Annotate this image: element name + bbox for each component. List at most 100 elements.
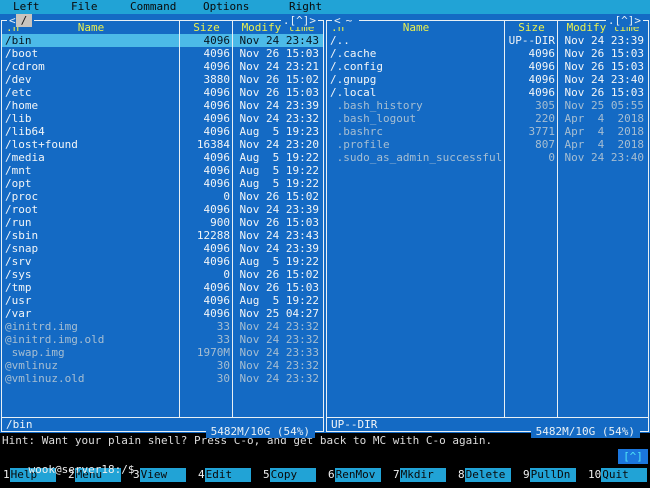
current-path[interactable]: /	[16, 14, 33, 27]
file-row[interactable]: /cdrom4096Nov 24 23:21	[2, 60, 323, 73]
fkey-label[interactable]: Copy	[270, 468, 316, 482]
fkey-label[interactable]: Quit	[601, 468, 647, 482]
file-name[interactable]: @initrd.img	[2, 320, 180, 333]
file-row[interactable]: /.config4096Nov 26 15:03	[327, 60, 648, 73]
file-row[interactable]: /boot4096Nov 26 15:03	[2, 47, 323, 60]
file-row[interactable]: /proc0Nov 26 15:02	[2, 190, 323, 203]
file-name[interactable]: swap.img	[2, 346, 180, 359]
fkey-copy-button[interactable]: 5Copy	[260, 468, 325, 488]
file-row[interactable]: /home4096Nov 24 23:39	[2, 99, 323, 112]
file-name[interactable]: /root	[2, 203, 180, 216]
fkey-label[interactable]: Delete	[465, 468, 511, 482]
file-name[interactable]: /etc	[2, 86, 180, 99]
file-row[interactable]: /lib644096Aug 5 19:23	[2, 125, 323, 138]
file-name[interactable]: .bash_logout	[327, 112, 505, 125]
file-name[interactable]: /..	[327, 34, 505, 47]
file-row[interactable]: /.gnupg4096Nov 24 23:40	[327, 73, 648, 86]
file-row[interactable]: /lib4096Nov 24 23:32	[2, 112, 323, 125]
file-row[interactable]: .profile807Apr 4 2018	[327, 138, 648, 151]
file-row[interactable]: /tmp4096Nov 26 15:03	[2, 281, 323, 294]
history-back-icon[interactable]: <	[334, 14, 341, 27]
file-name[interactable]: /mnt	[2, 164, 180, 177]
file-row[interactable]: swap.img1970MNov 24 23:33	[2, 346, 323, 359]
column-header-size[interactable]: Size	[180, 21, 233, 34]
fkey-label[interactable]: View	[140, 468, 186, 482]
file-name[interactable]: /.config	[327, 60, 505, 73]
file-name[interactable]: /usr	[2, 294, 180, 307]
file-name[interactable]: /bin	[2, 34, 180, 47]
file-name[interactable]: /tmp	[2, 281, 180, 294]
file-row[interactable]: /var4096Nov 25 04:27	[2, 307, 323, 320]
file-name[interactable]: /dev	[2, 73, 180, 86]
file-name[interactable]: @vmlinuz.old	[2, 372, 180, 385]
file-name[interactable]: /lost+found	[2, 138, 180, 151]
file-row[interactable]: /opt4096Aug 5 19:22	[2, 177, 323, 190]
shell-prompt[interactable]: wook@server18:/$	[29, 463, 135, 476]
panel-header-controls[interactable]: .[^]>	[281, 14, 318, 27]
file-name[interactable]: /sys	[2, 268, 180, 281]
file-name[interactable]: .bash_history	[327, 99, 505, 112]
file-row[interactable]: /etc4096Nov 26 15:03	[2, 86, 323, 99]
fkey-mkdir-button[interactable]: 7Mkdir	[390, 468, 455, 488]
file-row[interactable]: /mnt4096Aug 5 19:22	[2, 164, 323, 177]
file-row[interactable]: /sys0Nov 26 15:02	[2, 268, 323, 281]
file-row[interactable]: /dev3880Nov 26 15:02	[2, 73, 323, 86]
file-name[interactable]: /.gnupg	[327, 73, 505, 86]
file-name[interactable]: /proc	[2, 190, 180, 203]
file-row[interactable]: .bashrc3771Apr 4 2018	[327, 125, 648, 138]
file-name[interactable]: /lib	[2, 112, 180, 125]
file-name[interactable]: /opt	[2, 177, 180, 190]
file-row[interactable]: /..UP--DIRNov 24 23:39	[327, 34, 648, 47]
file-name[interactable]: /.cache	[327, 47, 505, 60]
file-row[interactable]: .bash_logout220Apr 4 2018	[327, 112, 648, 125]
file-row[interactable]: /.local4096Nov 26 15:03	[327, 86, 648, 99]
fkey-delete-button[interactable]: 8Delete	[455, 468, 520, 488]
file-row[interactable]: /lost+found16384Nov 24 23:20	[2, 138, 323, 151]
file-row[interactable]: .sudo_as_admin_successful0Nov 24 23:40	[327, 151, 648, 164]
fkey-label[interactable]: RenMov	[335, 468, 381, 482]
file-row[interactable]: @initrd.img.old33Nov 24 23:32	[2, 333, 323, 346]
file-row[interactable]: /.cache4096Nov 26 15:03	[327, 47, 648, 60]
history-back-icon[interactable]: <	[9, 14, 16, 27]
file-row[interactable]: .bash_history305Nov 25 05:55	[327, 99, 648, 112]
file-row[interactable]: /sbin12288Nov 24 23:43	[2, 229, 323, 242]
current-path[interactable]: ~	[341, 14, 358, 27]
file-name[interactable]: /snap	[2, 242, 180, 255]
file-name[interactable]: /media	[2, 151, 180, 164]
file-row[interactable]: @vmlinuz30Nov 24 23:32	[2, 359, 323, 372]
file-name[interactable]: /sbin	[2, 229, 180, 242]
file-name[interactable]: /var	[2, 307, 180, 320]
file-name[interactable]: /home	[2, 99, 180, 112]
menu-item-command[interactable]: Command	[130, 0, 176, 13]
fkey-quit-button[interactable]: 10Quit	[585, 468, 650, 488]
fkey-pulldn-button[interactable]: 9PullDn	[520, 468, 585, 488]
file-name[interactable]: @vmlinuz	[2, 359, 180, 372]
menu-item-right[interactable]: Right	[289, 0, 322, 13]
fkey-label[interactable]: PullDn	[530, 468, 576, 482]
file-row[interactable]: /usr4096Aug 5 19:22	[2, 294, 323, 307]
file-name[interactable]: @initrd.img.old	[2, 333, 180, 346]
file-row[interactable]: /media4096Aug 5 19:22	[2, 151, 323, 164]
fkey-renmov-button[interactable]: 6RenMov	[325, 468, 390, 488]
menu-item-options[interactable]: Options	[203, 0, 249, 13]
file-row[interactable]: /root4096Nov 24 23:39	[2, 203, 323, 216]
file-name[interactable]: /.local	[327, 86, 505, 99]
column-header-size[interactable]: Size	[505, 21, 558, 34]
file-name[interactable]: .bashrc	[327, 125, 505, 138]
fkey-label[interactable]: Mkdir	[400, 468, 446, 482]
panel-header-controls[interactable]: .[^]>	[606, 14, 643, 27]
menu-item-left[interactable]: Left	[13, 0, 40, 13]
file-row[interactable]: /bin4096Nov 24 23:43	[2, 34, 323, 47]
fkey-edit-button[interactable]: 4Edit	[195, 468, 260, 488]
file-name[interactable]: /lib64	[2, 125, 180, 138]
fkey-label[interactable]: Edit	[205, 468, 251, 482]
file-row[interactable]: /snap4096Nov 24 23:39	[2, 242, 323, 255]
file-row[interactable]: @vmlinuz.old30Nov 24 23:32	[2, 372, 323, 385]
file-name[interactable]: /srv	[2, 255, 180, 268]
file-name[interactable]: .profile	[327, 138, 505, 151]
menu-item-file[interactable]: File	[71, 0, 98, 13]
file-name[interactable]: /cdrom	[2, 60, 180, 73]
file-row[interactable]: /srv4096Aug 5 19:22	[2, 255, 323, 268]
file-row[interactable]: /run900Nov 26 15:03	[2, 216, 323, 229]
file-name[interactable]: .sudo_as_admin_successful	[327, 151, 505, 164]
